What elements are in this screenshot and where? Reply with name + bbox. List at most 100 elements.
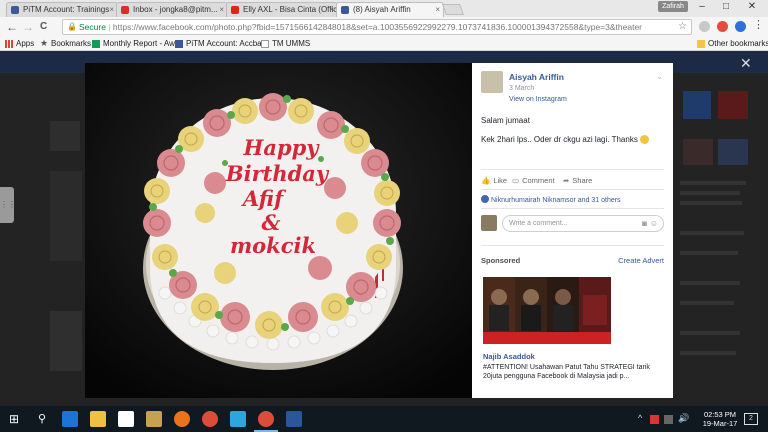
youtube-icon: [231, 6, 239, 14]
comment-label: Comment: [522, 176, 555, 185]
bookmark-tm-umms[interactable]: TM UMMS: [261, 38, 310, 50]
bookmark-star-icon[interactable]: ☆: [678, 20, 687, 34]
author-avatar[interactable]: [481, 71, 503, 93]
tab-label: Elly AXL - Bisa Cinta (Official...: [243, 5, 338, 14]
browser-toolbar: ← → C 🔒 Secure | https://www.facebook.co…: [0, 17, 768, 37]
post-text-line: Kek 2hari lps.. Oder dr ckgu azi lagi. T…: [481, 135, 649, 144]
background-text-line: [680, 201, 742, 205]
gmail-icon: [121, 6, 129, 14]
ad-author-link[interactable]: Najib Asaddok: [483, 352, 535, 361]
reload-button[interactable]: C: [40, 20, 47, 34]
notifications-icon[interactable]: 2: [744, 413, 758, 425]
chevron-down-icon[interactable]: ⌄: [656, 72, 663, 81]
secure-label: Secure: [79, 22, 106, 32]
tab-gmail-inbox[interactable]: Inbox - jongka8@pitm... ×: [116, 2, 228, 17]
bookmark-pitm-account[interactable]: PiTM Account: Accba: [175, 38, 262, 50]
comment-button[interactable]: ▭ Comment: [512, 176, 555, 185]
close-tab-icon[interactable]: ×: [109, 3, 114, 17]
view-on-instagram-link[interactable]: View on Instagram: [509, 96, 567, 103]
minimize-button[interactable]: –: [690, 0, 714, 14]
background-card: [50, 311, 82, 371]
maximize-button[interactable]: □: [714, 0, 738, 14]
background-text-line: [680, 191, 740, 195]
close-tab-icon[interactable]: ×: [435, 3, 440, 17]
show-hidden-icons[interactable]: ^: [638, 413, 642, 423]
close-window-button[interactable]: ✕: [740, 0, 764, 14]
camera-icon[interactable]: ◙: [642, 216, 647, 231]
sponsored-heading: Sponsored: [481, 256, 521, 265]
like-icon: 👍: [481, 176, 491, 185]
search-icon[interactable]: ⚲: [34, 411, 50, 427]
divider: [481, 169, 664, 170]
other-bookmarks[interactable]: Other bookmarks: [697, 38, 768, 50]
close-tab-icon[interactable]: ×: [219, 3, 224, 17]
extension-red-icon[interactable]: [717, 21, 728, 32]
file-explorer-icon[interactable]: [90, 411, 106, 427]
bookmark-label: Monthly Report - Awa: [103, 39, 180, 48]
clock-date: 19-Mar-17: [702, 419, 738, 428]
tab-facebook-active[interactable]: (8) Aisyah Ariffin ×: [336, 2, 444, 17]
author-name[interactable]: Aisyah Ariffin: [509, 72, 564, 82]
system-clock[interactable]: 02:53 PM 19-Mar-17: [700, 410, 740, 428]
comment-icon: ▭: [512, 176, 520, 185]
apps-grid-icon: [5, 40, 13, 48]
tab-strip: PiTM Account: Trainings × Inbox - jongka…: [0, 0, 768, 17]
close-theater-button[interactable]: ✕: [740, 55, 752, 72]
tab-label: (8) Aisyah Ariffin: [353, 5, 411, 14]
share-button[interactable]: ➦ Share: [563, 176, 592, 185]
extension-blue-icon[interactable]: [735, 21, 746, 32]
profile-button[interactable]: Zafirah: [658, 1, 688, 12]
facebook-icon: [341, 6, 349, 14]
chrome-active-icon[interactable]: [254, 411, 278, 432]
menu-dots-icon[interactable]: ⋮: [753, 18, 764, 32]
windows-taskbar: ⊞ ⚲ ^ 🔊 02:53 PM 19-Mar-17 2: [0, 406, 768, 432]
birthday-cake-photo: Happy Birthday Afif & mokcik: [85, 63, 472, 398]
tab-pitm-trainings[interactable]: PiTM Account: Trainings ×: [6, 2, 118, 17]
forward-button[interactable]: →: [22, 20, 34, 34]
ad-text[interactable]: #ATTENTION! Usahawan Patut Tahu STRATEGI…: [483, 363, 663, 381]
volume-icon[interactable]: 🔊: [678, 413, 689, 424]
word-icon[interactable]: [286, 411, 302, 427]
bookmark-apps[interactable]: Apps: [5, 38, 34, 50]
bookmark-monthly-report[interactable]: Monthly Report - Awa: [92, 38, 179, 50]
background-text-line: [680, 351, 736, 355]
bookmark-label: Bookmarks: [51, 39, 92, 48]
create-advert-link[interactable]: Create Advert: [618, 256, 664, 265]
background-text-line: [680, 251, 738, 255]
chrome-icon[interactable]: [202, 411, 218, 427]
bookmark-bookmarks[interactable]: ★ Bookmarks: [40, 38, 91, 50]
side-panel-handle[interactable]: ⋮⋮: [0, 187, 16, 223]
ad-speakers-image: [483, 277, 611, 344]
divider: [481, 245, 664, 246]
likes-summary[interactable]: Niknurhumairah Niknamsor and 31 others: [481, 195, 621, 204]
windows-start-icon[interactable]: ⊞: [6, 411, 22, 427]
tab-youtube-video[interactable]: Elly AXL - Bisa Cinta (Official... ×: [226, 2, 338, 17]
firefox-icon[interactable]: [174, 411, 190, 427]
comment-placeholder: Write a comment...: [509, 220, 568, 227]
comment-input[interactable]: Write a comment... ◙ ☺: [502, 215, 664, 232]
pitm-icon: [175, 40, 183, 48]
network-tray-icon[interactable]: [664, 415, 673, 424]
media-player-icon[interactable]: [146, 411, 162, 427]
photo-viewer[interactable]: Happy Birthday Afif & mokcik: [85, 63, 472, 398]
new-tab-button[interactable]: [441, 4, 465, 15]
store-icon[interactable]: [118, 411, 134, 427]
background-avatar: [50, 121, 80, 151]
post-date[interactable]: 3 March: [509, 85, 534, 92]
viewer-avatar: [481, 215, 497, 231]
cake-text-line: Happy: [242, 135, 320, 160]
close-tab-icon[interactable]: ×: [329, 3, 334, 17]
likes-text: Niknurhumairah Niknamsor and 31 others: [491, 197, 621, 204]
like-button[interactable]: 👍 Like: [481, 176, 507, 185]
edge-icon[interactable]: [62, 411, 78, 427]
back-button[interactable]: ←: [6, 20, 18, 34]
other-bookmarks-label: Other bookmarks: [708, 39, 768, 48]
cake-text-line: mokcik: [230, 233, 316, 258]
extension-icon[interactable]: [699, 21, 710, 32]
background-thumb: [683, 91, 711, 119]
antivirus-tray-icon[interactable]: [650, 415, 659, 424]
skype-icon[interactable]: [230, 411, 246, 427]
address-bar[interactable]: 🔒 Secure | https://www.facebook.com/phot…: [62, 19, 692, 35]
emoji-picker-icon[interactable]: ☺: [650, 216, 658, 231]
ad-image[interactable]: [483, 277, 611, 344]
